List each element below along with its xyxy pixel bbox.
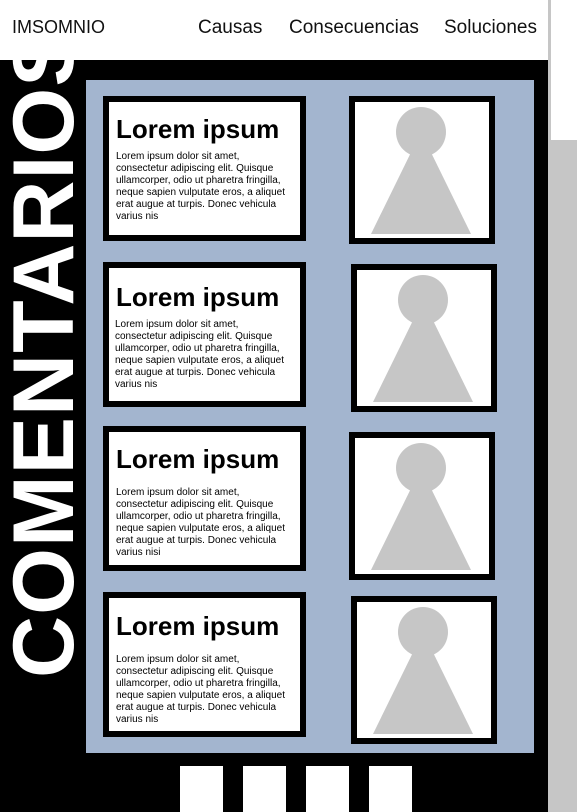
avatar <box>351 596 497 744</box>
person-placeholder-icon <box>373 607 473 734</box>
comment-title: Lorem ipsum <box>116 282 280 312</box>
avatar <box>349 432 495 580</box>
pagination-page-1[interactable] <box>180 766 223 812</box>
comment-card: Lorem ipsum Lorem ipsum dolor sit amet, … <box>103 592 306 737</box>
comment-card: Lorem ipsum Lorem ipsum dolor sit amet, … <box>103 262 306 407</box>
comment-body: Lorem ipsum dolor sit amet, consectetur … <box>115 319 285 390</box>
person-placeholder-icon <box>371 443 471 570</box>
comment-card: Lorem ipsum Lorem ipsum dolor sit amet, … <box>103 96 306 241</box>
person-placeholder-icon <box>371 107 471 234</box>
nav-link-soluciones[interactable]: Soluciones <box>444 17 537 39</box>
person-placeholder-icon <box>373 275 473 402</box>
pagination-page-2[interactable] <box>243 766 286 812</box>
scrollbar-thumb[interactable] <box>551 0 577 140</box>
comment-title: Lorem ipsum <box>116 114 280 144</box>
comment-body: Lorem ipsum dolor sit amet, consectetur … <box>116 487 286 558</box>
nav-link-causas[interactable]: Causas <box>198 17 262 39</box>
comment-title: Lorem ipsum <box>116 611 280 641</box>
avatar <box>349 96 495 244</box>
comment-body: Lorem ipsum dolor sit amet, consectetur … <box>116 151 286 222</box>
nav-link-consecuencias[interactable]: Consecuencias <box>289 17 419 39</box>
comment-card: Lorem ipsum Lorem ipsum dolor sit amet, … <box>103 426 306 571</box>
pagination-page-3[interactable] <box>306 766 349 812</box>
comment-title: Lorem ipsum <box>116 444 280 474</box>
pagination-page-4[interactable] <box>369 766 412 812</box>
section-title: COMENTARIOS <box>0 28 92 678</box>
avatar <box>351 264 497 412</box>
comment-body: Lorem ipsum dolor sit amet, consectetur … <box>116 654 286 725</box>
